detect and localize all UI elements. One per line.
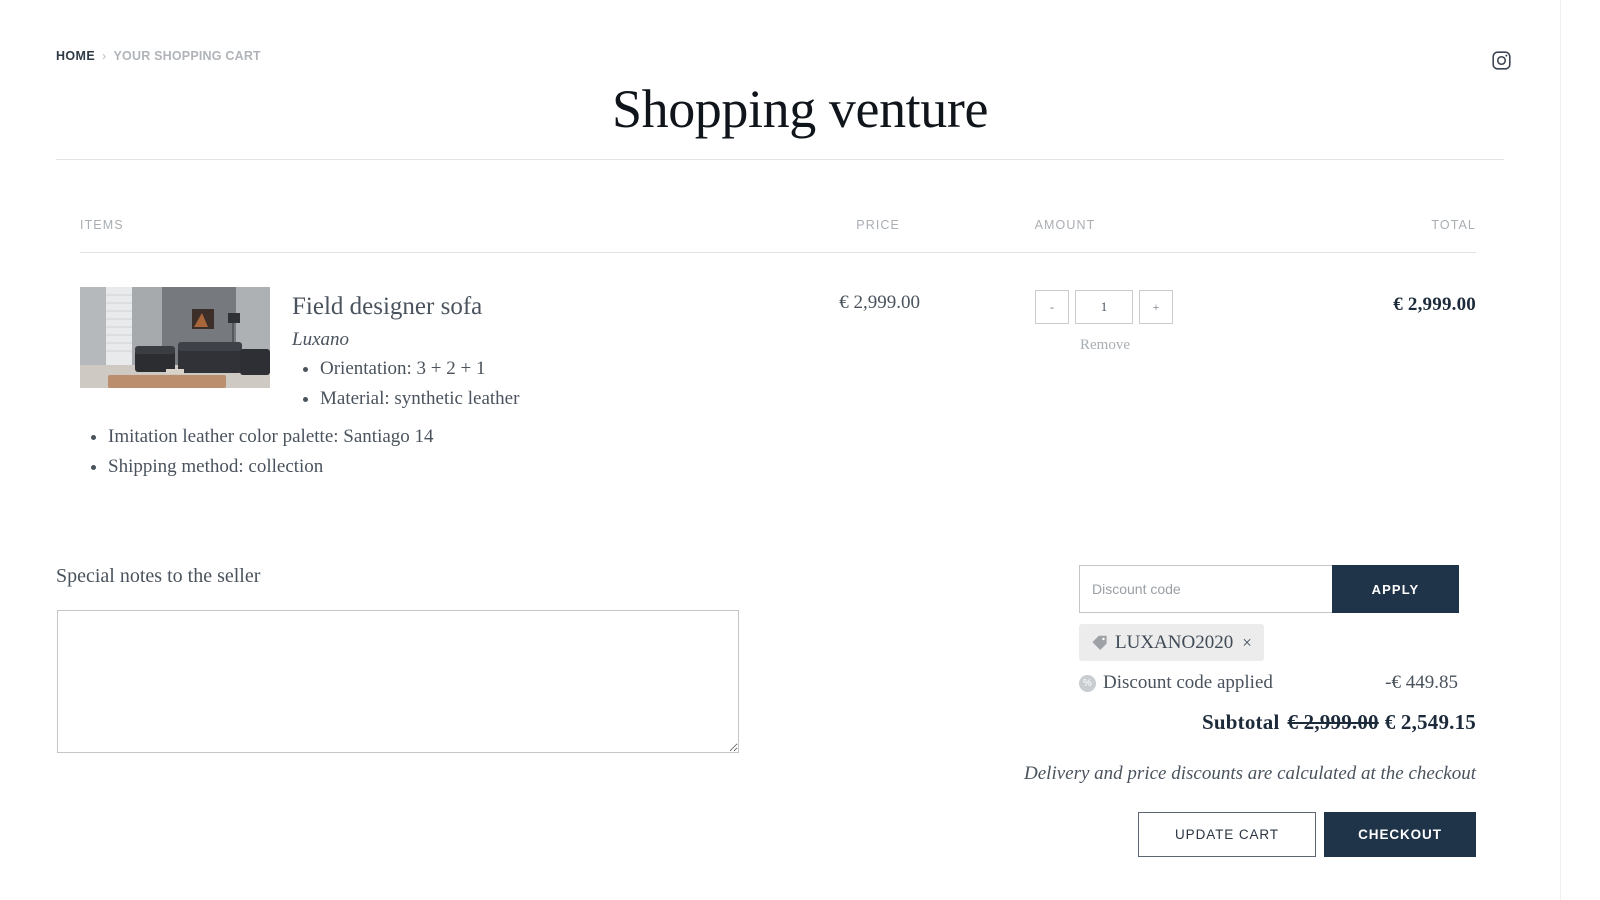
breadcrumb: HOME › YOUR SHOPPING CART [56,49,261,63]
page-right-edge [1560,0,1600,900]
product-unit-price: € 2,999.00 [839,292,920,313]
cart-actions: UPDATE CART CHECKOUT [1138,812,1476,857]
subtotal-label: Subtotal [1202,710,1280,734]
subtotal-row: Subtotal € 2,999.00 € 2,549.15 [1202,710,1476,735]
remove-code-icon[interactable]: × [1242,633,1252,653]
update-cart-button[interactable]: UPDATE CART [1138,812,1316,857]
special-notes-input[interactable] [57,610,739,753]
subtotal-final-price: € 2,549.15 [1384,710,1476,734]
discount-applied-row: % Discount code applied -€ 449.85 [1079,672,1458,694]
quantity-increment-button[interactable]: + [1139,290,1173,324]
quantity-decrement-button[interactable]: - [1035,290,1069,324]
instagram-link[interactable] [1491,50,1512,71]
special-notes-label: Special notes to the seller [56,565,261,587]
cart-page: HOME › YOUR SHOPPING CART Shopping ventu… [0,0,1600,900]
product-image [80,287,270,388]
product-line-total: € 2,999.00 [1393,294,1476,315]
product-name[interactable]: Field designer sofa [292,291,852,322]
breadcrumb-separator: › [102,49,107,63]
column-header-total: TOTAL [1431,218,1476,232]
cart-header-divider [80,252,1476,253]
tag-icon [1092,635,1107,650]
breadcrumb-home-link[interactable]: HOME [56,49,95,63]
page-title: Shopping venture [611,79,989,139]
column-header-amount: AMOUNT [1034,218,1096,232]
product-option: Imitation leather color palette: Santiag… [108,422,780,452]
product-options-primary: Orientation: 3 + 2 + 1 Material: synthet… [292,354,852,414]
discount-applied-label: Discount code applied [1103,672,1273,693]
instagram-icon [1492,51,1511,70]
discount-applied-amount: -€ 449.85 [1385,672,1458,693]
product-option: Orientation: 3 + 2 + 1 [320,354,852,384]
column-header-items: ITEMS [80,218,124,232]
column-header-price: PRICE [856,218,900,232]
quantity-input[interactable] [1075,290,1133,324]
breadcrumb-current: YOUR SHOPPING CART [113,49,261,63]
discount-code-input[interactable] [1079,565,1332,613]
delivery-note: Delivery and price discounts are calcula… [1024,763,1476,784]
product-option: Material: synthetic leather [320,384,852,414]
remove-item-link[interactable]: Remove [1035,337,1175,354]
subtotal-original-price: € 2,999.00 [1287,710,1379,734]
apply-discount-button[interactable]: APPLY [1332,565,1459,613]
checkout-button[interactable]: CHECKOUT [1324,812,1476,857]
product-option: Shipping method: collection [108,452,780,482]
product-thumbnail[interactable] [80,287,270,388]
percent-badge-icon: % [1079,674,1096,692]
product-info: Field designer sofa Luxano Orientation: … [292,291,852,414]
quantity-stepper: - + [1035,290,1175,324]
applied-code-label: LUXANO2020 [1115,631,1234,653]
product-options-secondary: Imitation leather color palette: Santiag… [80,422,780,482]
discount-code-row: APPLY [1079,565,1459,613]
product-brand: Luxano [292,329,349,351]
title-divider [56,159,1504,160]
applied-code-chip: LUXANO2020 × [1079,624,1264,661]
